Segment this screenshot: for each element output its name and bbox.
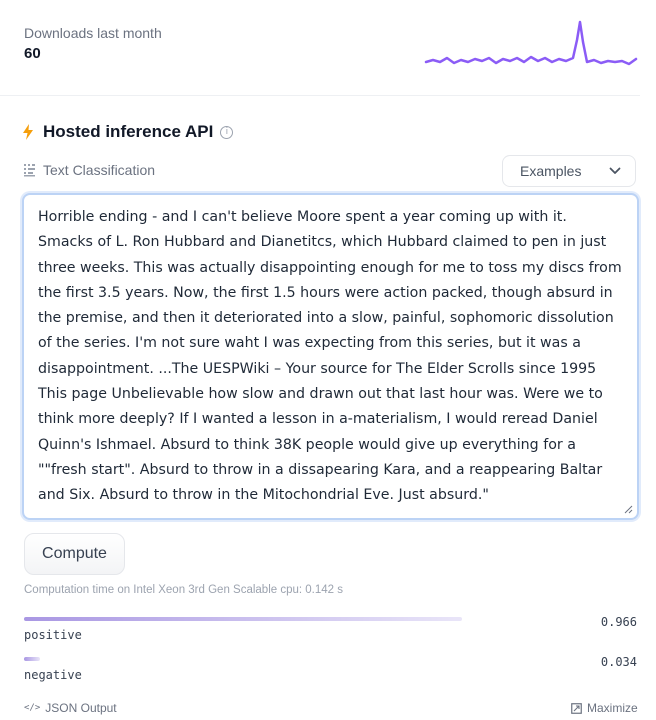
downloads-label: Downloads last month <box>24 25 162 41</box>
result-bar <box>24 617 462 621</box>
result-label: positive <box>24 628 82 642</box>
resize-handle-icon[interactable] <box>624 505 633 514</box>
maximize-label: Maximize <box>587 701 638 715</box>
task-type: Text Classification <box>23 160 155 180</box>
computation-time: Computation time on Intel Xeon 3rd Gen S… <box>24 584 344 596</box>
result-bar-track <box>24 657 477 661</box>
maximize-button[interactable]: Maximize <box>571 701 638 715</box>
downloads-count: 60 <box>24 45 41 62</box>
examples-dropdown[interactable]: Examples <box>502 155 636 187</box>
section-divider <box>0 95 640 96</box>
downloads-stats: Downloads last month 60 <box>24 24 162 62</box>
result-score: 0.034 <box>600 655 637 669</box>
code-icon: </> <box>24 703 41 713</box>
chevron-down-icon <box>609 167 621 174</box>
text-input[interactable]: Horrible ending - and I can't believe Mo… <box>22 193 639 520</box>
json-output-label: JSON Output <box>45 701 117 715</box>
text-classification-icon <box>24 164 35 177</box>
input-text[interactable]: Horrible ending - and I can't believe Mo… <box>38 205 625 509</box>
task-label: Text Classification <box>43 162 156 178</box>
result-score: 0.966 <box>600 615 637 629</box>
compute-button[interactable]: Compute <box>24 533 125 575</box>
json-output-toggle[interactable]: </> JSON Output <box>24 701 117 715</box>
result-label: negative <box>24 668 82 682</box>
inference-header: Hosted inference API i <box>22 120 234 144</box>
downloads-sparkline <box>424 20 638 66</box>
info-icon[interactable]: i <box>220 125 234 139</box>
examples-label: Examples <box>520 163 582 179</box>
inference-title: Hosted inference API <box>43 122 214 141</box>
maximize-icon <box>571 702 582 714</box>
result-bar-track <box>24 617 477 621</box>
result-bar <box>24 657 40 661</box>
model-widget-page: Downloads last month 60 Hosted inference… <box>0 0 656 720</box>
bolt-icon <box>23 124 33 140</box>
